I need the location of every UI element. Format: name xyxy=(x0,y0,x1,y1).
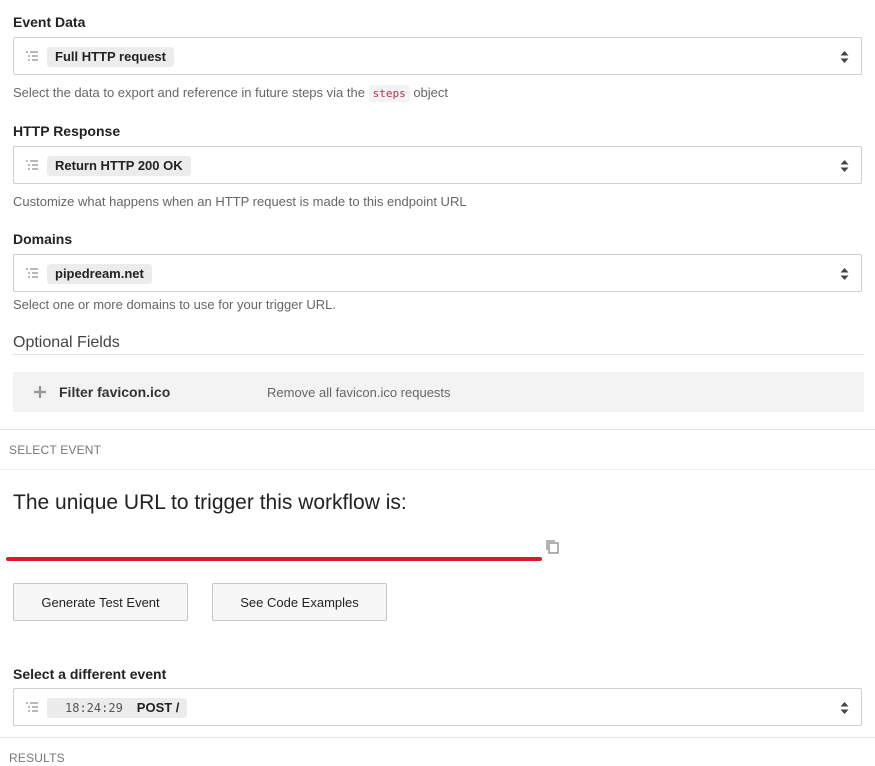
event-data-hint-text: Select the data to export and reference … xyxy=(13,85,365,100)
trigger-url-title: The unique URL to trigger this workflow … xyxy=(13,491,407,514)
filter-favicon-row[interactable]: Filter favicon.ico Remove all favicon.ic… xyxy=(13,372,864,412)
domains-value: pipedream.net xyxy=(47,264,152,284)
event-time: 18:24:29 xyxy=(65,701,123,715)
section-divider xyxy=(0,429,875,430)
results-divider xyxy=(0,737,875,738)
list-icon xyxy=(26,702,38,712)
event-data-label: Event Data xyxy=(13,14,86,30)
select-different-event-label: Select a different event xyxy=(13,666,167,682)
sort-caret-icon xyxy=(840,702,849,714)
http-response-hint: Customize what happens when an HTTP requ… xyxy=(13,194,467,209)
event-data-hint: Select the data to export and reference … xyxy=(13,85,449,102)
selected-event-chip: 18:24:29 POST / xyxy=(47,698,188,718)
sort-caret-icon xyxy=(840,51,849,63)
domains-hint: Select one or more domains to use for yo… xyxy=(13,297,336,312)
select-event-heading: SELECT EVENT xyxy=(9,443,102,457)
event-data-hint-suffix: object xyxy=(413,85,449,100)
event-data-select[interactable]: Full HTTP request xyxy=(13,37,862,75)
generate-test-event-button[interactable]: Generate Test Event xyxy=(13,583,188,621)
list-icon xyxy=(26,160,38,170)
sort-caret-icon xyxy=(840,160,849,172)
list-icon xyxy=(26,268,38,278)
optional-fields-title: Optional Fields xyxy=(13,334,120,351)
http-response-value: Return HTTP 200 OK xyxy=(47,156,191,176)
event-data-value: Full HTTP request xyxy=(47,47,174,67)
sort-caret-icon xyxy=(840,268,849,280)
plus-icon[interactable] xyxy=(33,385,47,399)
http-response-label: HTTP Response xyxy=(13,123,121,139)
select-event-divider xyxy=(0,469,875,470)
domains-label: Domains xyxy=(13,231,73,247)
optional-fields-divider xyxy=(13,354,864,355)
domains-select[interactable]: pipedream.net xyxy=(13,254,862,292)
filter-favicon-description: Remove all favicon.ico requests xyxy=(267,385,451,400)
select-different-event-select[interactable]: 18:24:29 POST / xyxy=(13,688,862,726)
event-method-path: POST / xyxy=(136,700,180,715)
results-heading: RESULTS xyxy=(9,751,65,765)
redacted-url xyxy=(6,557,542,561)
filter-favicon-label: Filter favicon.ico xyxy=(59,384,171,400)
list-icon xyxy=(26,51,38,61)
see-code-examples-button[interactable]: See Code Examples xyxy=(212,583,387,621)
http-response-select[interactable]: Return HTTP 200 OK xyxy=(13,146,862,184)
steps-code: steps xyxy=(368,85,410,102)
copy-icon[interactable] xyxy=(545,539,560,555)
